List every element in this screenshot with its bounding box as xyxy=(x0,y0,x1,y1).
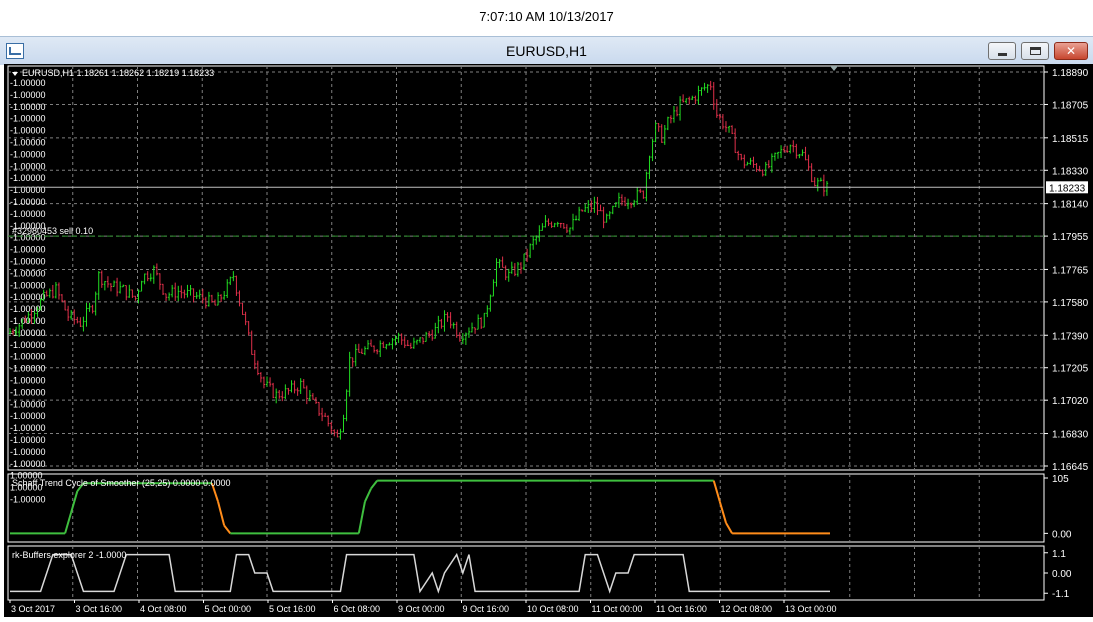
price-tick-label: 1.16645 xyxy=(1052,462,1089,473)
x-tick-label: 10 Oct 08:00 xyxy=(527,604,579,614)
buffer-value-label: -1.00000 xyxy=(10,495,46,505)
buffer-value-label: -1.00000 xyxy=(10,340,46,350)
chart-background xyxy=(4,64,1093,617)
clock-timestamp: 7:07:10 AM 10/13/2017 xyxy=(479,9,614,24)
buffer-value-label: -1.00000 xyxy=(10,435,46,445)
buffer-value-label: -1.00000 xyxy=(10,114,46,124)
price-tick-label: 1.18515 xyxy=(1052,134,1089,145)
x-tick-label: 3 Oct 2017 xyxy=(11,604,55,614)
ind2-tick-label: 1.1 xyxy=(1052,549,1066,560)
buffer-value-label: -1.00000 xyxy=(10,399,46,409)
indicator2-label: rk-Buffers explorer 2 -1.0000 xyxy=(12,550,126,560)
x-tick-label: 11 Oct 16:00 xyxy=(656,604,707,614)
x-tick-label: 5 Oct 00:00 xyxy=(205,604,252,614)
window-title: EURUSD,H1 xyxy=(506,43,587,59)
price-tick-label: 1.18890 xyxy=(1052,68,1089,79)
buffer-value-label: -1.00000 xyxy=(10,411,46,421)
chart-header-label: EURUSD,H1 1.18261 1.18262 1.18219 1.1823… xyxy=(22,68,214,78)
buffer-value-label: -1.00000 xyxy=(10,376,46,386)
ind2-tick-label: 0.00 xyxy=(1052,569,1072,580)
price-chart-svg[interactable]: 1.18890 1.18705 1.18515 1.18330 1.18140 1.179… xyxy=(4,64,1093,617)
minimize-button[interactable] xyxy=(988,42,1016,60)
buffer-value-label: -1.00000 xyxy=(10,328,46,338)
buffer-value-label: -1.00000 xyxy=(10,280,46,290)
buffer-value-label: -1.00000 xyxy=(10,459,46,469)
buffer-value-label: -1.00000 xyxy=(10,245,46,255)
buffer-value-label: -1.00000 xyxy=(10,185,46,195)
buffer-value-label: -1.00000 xyxy=(10,126,46,136)
price-tick-label: 1.17955 xyxy=(1052,232,1089,243)
price-tick-label: 1.17765 xyxy=(1052,265,1089,276)
x-tick-label: 5 Oct 16:00 xyxy=(269,604,316,614)
buffer-value-label: -1.00000 xyxy=(10,173,46,183)
buffer-value-label: -1.00000 xyxy=(10,364,46,374)
price-tick-label: 1.18330 xyxy=(1052,166,1089,177)
buffer-value-label: -1.00000 xyxy=(10,387,46,397)
buffer-value-label: -1.00000 xyxy=(10,352,46,362)
x-tick-label: 6 Oct 08:00 xyxy=(334,604,381,614)
buffer-value-label: -1.00000 xyxy=(10,257,46,267)
current-price-label: 1.18233 xyxy=(1049,183,1086,194)
price-tick-label: 1.16830 xyxy=(1052,430,1089,441)
buffer-value-label: -1.00000 xyxy=(10,138,46,148)
buffer-value-label: -1.00000 xyxy=(10,149,46,159)
maximize-icon xyxy=(1030,47,1041,55)
price-tick-label: 1.18140 xyxy=(1052,200,1089,211)
buffer-value-label: -1.00000 xyxy=(10,268,46,278)
close-button[interactable]: ✕ xyxy=(1054,42,1088,60)
chart-window[interactable]: 1.18890 1.18705 1.18515 1.18330 1.18140 1.179… xyxy=(4,64,1093,617)
maximize-button[interactable] xyxy=(1021,42,1049,60)
window-titlebar[interactable]: EURUSD,H1 ✕ xyxy=(0,36,1093,65)
buffer-value-label: -1.00000 xyxy=(10,90,46,100)
price-tick-label: 1.18705 xyxy=(1052,100,1089,111)
price-tick-label: 1.17580 xyxy=(1052,298,1089,309)
ind1-tick-label: 0.00 xyxy=(1052,529,1072,540)
ind1-tick-label: 105 xyxy=(1052,474,1069,485)
buffer-value-label: -1.00000 xyxy=(10,447,46,457)
buffer-value-label: -1.00000 xyxy=(10,197,46,207)
price-tick-label: 1.17390 xyxy=(1052,331,1089,342)
price-tick-label: 1.17020 xyxy=(1052,396,1089,407)
buffer-value-label: -1.00000 xyxy=(10,316,46,326)
x-tick-label: 4 Oct 08:00 xyxy=(140,604,187,614)
price-tick-label: 1.17205 xyxy=(1052,364,1089,375)
buffer-value-label: -1.00000 xyxy=(10,161,46,171)
close-icon: ✕ xyxy=(1065,44,1077,58)
x-tick-label: 11 Oct 00:00 xyxy=(592,604,643,614)
x-tick-label: 12 Oct 08:00 xyxy=(721,604,773,614)
ind2-tick-label: -1.1 xyxy=(1052,589,1070,600)
minimize-icon xyxy=(998,53,1007,56)
buffer-value-label: -1.00000 xyxy=(10,423,46,433)
order-label: #32980453 sell 0.10 xyxy=(12,226,93,236)
x-tick-label: 9 Oct 00:00 xyxy=(398,604,445,614)
buffer-value-label: -1.00000 xyxy=(10,78,46,88)
buffer-value-label: -1.00000 xyxy=(10,209,46,219)
x-tick-label: 13 Oct 00:00 xyxy=(785,604,837,614)
x-tick-label: 9 Oct 16:00 xyxy=(463,604,510,614)
x-tick-label: 3 Oct 16:00 xyxy=(76,604,123,614)
indicator1-label: Schaff Trend Cycle of Smoother (25,25) 0… xyxy=(12,478,230,488)
buffer-value-label: -1.00000 xyxy=(10,102,46,112)
